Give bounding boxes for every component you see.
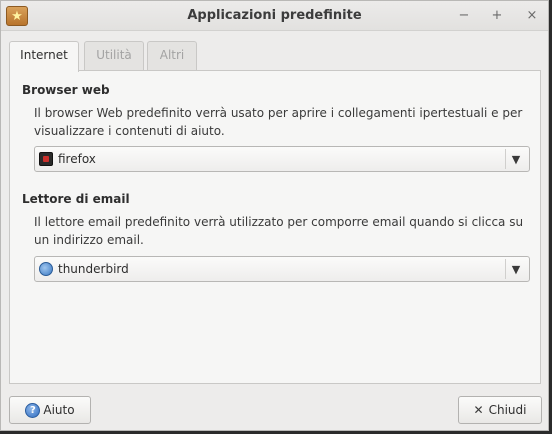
browser-selected-value: firefox	[58, 152, 96, 166]
help-button-label: Aiuto	[43, 403, 75, 417]
minimize-icon[interactable]: −	[455, 7, 473, 25]
email-section-description: Il lettore email predefinito verrà utili…	[34, 215, 524, 247]
chevron-down-icon[interactable]: ▼	[505, 149, 526, 169]
firefox-icon	[39, 152, 53, 166]
titlebar[interactable]: ★ Applicazioni predefinite − + ×	[1, 1, 548, 31]
help-icon: ?	[25, 402, 41, 418]
email-section-title: Lettore di email	[22, 192, 130, 206]
email-select[interactable]: thunderbird ▼	[34, 256, 530, 282]
close-button[interactable]: ✕ Chiudi	[458, 396, 542, 424]
close-icon: ✕	[473, 403, 484, 417]
maximize-icon[interactable]: +	[488, 7, 506, 25]
tab-internet[interactable]: Internet	[9, 41, 79, 72]
chevron-down-icon[interactable]: ▼	[505, 259, 526, 279]
internet-panel: Browser web Il browser Web predefinito v…	[9, 70, 541, 384]
browser-select[interactable]: firefox ▼	[34, 146, 530, 172]
thunderbird-icon	[39, 262, 53, 276]
tab-others[interactable]: Altri	[147, 41, 197, 71]
close-button-label: Chiudi	[488, 403, 527, 417]
email-selected-value: thunderbird	[58, 262, 129, 276]
default-applications-window: ★ Applicazioni predefinite − + × Interne…	[0, 0, 549, 431]
browser-section-description: Il browser Web predefinito verrà usato p…	[34, 106, 523, 138]
tab-utilities[interactable]: Utilità	[84, 41, 144, 71]
browser-section-title: Browser web	[22, 83, 110, 97]
close-window-icon[interactable]: ×	[523, 7, 541, 25]
help-button[interactable]: ? Aiuto	[9, 396, 91, 424]
